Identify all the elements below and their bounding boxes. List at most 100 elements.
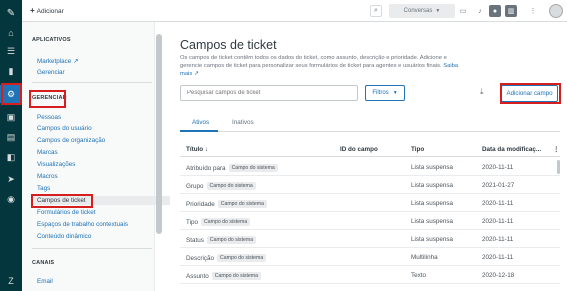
col-title[interactable]: Título ↓ <box>186 146 208 153</box>
col-title-label: Título <box>186 146 204 153</box>
field-title: Tipo <box>186 218 199 226</box>
cell-type: Multilinha <box>411 254 438 261</box>
nav-people[interactable]: Pessoas <box>37 114 61 121</box>
cell-title: Assunto Campo do sistema <box>186 272 262 280</box>
table-row[interactable]: Descrição Campo do sistema Multilinha 2020-… <box>180 250 560 266</box>
nav-brands[interactable]: Marcas <box>37 149 58 156</box>
section-channels: CANAIS <box>32 260 55 266</box>
profile-app-icon[interactable]: ● <box>489 5 501 17</box>
reporting-icon[interactable]: ▮ <box>0 62 22 80</box>
nav-marketplace[interactable]: Marketplace ↗ <box>37 58 78 65</box>
cell-modified: 2020-11-11 <box>482 218 514 225</box>
col-modified[interactable]: Data da modificaç... <box>482 146 541 153</box>
nav-dynamic-content[interactable]: Conteúdo dinâmico <box>37 233 91 240</box>
nav-user-fields[interactable]: Campos do usuário <box>37 125 92 132</box>
cell-modified: 2020-11-11 <box>482 200 514 207</box>
cell-modified: 2020-11-11 <box>482 164 514 171</box>
cell-type: Lista suspensa <box>411 164 454 171</box>
cell-type: Lista suspensa <box>411 218 454 225</box>
system-field-badge: Campo do sistema <box>228 164 278 172</box>
system-field-badge: Campo do sistema <box>206 182 256 190</box>
search-input[interactable] <box>180 85 358 101</box>
table-row[interactable]: Grupo Campo do sistema Lista suspensa 2021-… <box>180 178 560 194</box>
main-content: Campos de ticket Os campos de ticket con… <box>165 22 567 291</box>
chevron-down-icon: ▼ <box>392 90 398 96</box>
more-options-icon[interactable]: ⋮ <box>553 146 559 153</box>
nav-org-fields[interactable]: Campos de organização <box>37 137 105 144</box>
nav-views[interactable]: Visualizações <box>37 161 75 168</box>
table-row[interactable]: Assunto Campo do sistema Texto 2020-12-18 <box>180 268 560 284</box>
tab-bar: Ativos Inativos <box>180 118 560 132</box>
chat-icon[interactable]: ▭ <box>457 5 469 17</box>
apps-icon-2[interactable]: ▤ <box>0 128 22 146</box>
table-row[interactable]: Atribuído para Campo do sistema Lista susp… <box>180 160 560 176</box>
nav-tags[interactable]: Tags <box>37 185 50 192</box>
system-field-badge: Campo do sistema <box>217 200 267 208</box>
table-row[interactable]: Status Campo do sistema Lista suspensa 2020… <box>180 232 560 248</box>
col-field-id[interactable]: ID do campo <box>340 146 378 153</box>
cell-type: Lista suspensa <box>411 236 454 243</box>
nav-manage-apps[interactable]: Gerenciar <box>37 69 65 76</box>
nav-email[interactable]: Email <box>37 278 53 285</box>
tab-active[interactable]: Ativos <box>192 119 209 126</box>
divider <box>32 82 152 83</box>
nav-contextual-workspaces[interactable]: Espaços de trabalho contextuais <box>37 221 128 228</box>
send-icon[interactable]: ➤ <box>0 170 22 188</box>
table-row[interactable]: Prioridade Campo do sistema Lista suspensa… <box>180 196 560 212</box>
divider <box>32 248 152 249</box>
download-icon[interactable]: ⤓ <box>480 87 484 97</box>
admin-sidebar: APLICATIVOS Marketplace ↗ Gerenciar GERE… <box>22 22 170 291</box>
filters-label: Filtros <box>372 90 389 96</box>
conversations-button[interactable]: Conversas ▼ <box>389 4 455 18</box>
sidebar-scrollbar[interactable] <box>156 34 162 234</box>
system-field-badge: Campo do sistema <box>211 272 262 280</box>
sort-icon: ↓ <box>204 146 209 153</box>
field-title: Assunto <box>186 272 209 280</box>
nav-macros[interactable]: Macros <box>37 173 58 180</box>
conversations-label: Conversas <box>403 8 433 14</box>
search-icon[interactable]: ⌕ <box>370 5 382 17</box>
table-row[interactable]: Tipo Campo do sistema Lista suspensa 2020-1… <box>180 214 560 230</box>
cell-type: Texto <box>411 272 427 279</box>
table-scrollbar[interactable] <box>557 160 560 174</box>
zendesk-logo-icon[interactable]: ✎ <box>0 4 22 22</box>
nav-ticket-forms[interactable]: Formulários de ticket <box>37 209 95 216</box>
description-text: Os campos de ticket contêm todos os dado… <box>180 55 447 69</box>
product-tray-icon[interactable]: ⋮ <box>527 5 539 17</box>
field-title: Atribuído para <box>186 164 226 172</box>
cell-title: Atribuído para Campo do sistema <box>186 164 278 172</box>
filters-button[interactable]: Filtros ▼ <box>365 85 405 101</box>
bell-icon[interactable]: ♪ <box>474 5 486 17</box>
col-type[interactable]: Tipo <box>411 146 424 153</box>
admin-gear-icon[interactable]: ⚙ <box>0 85 22 103</box>
eye-icon[interactable]: ◉ <box>0 190 22 208</box>
apps-icon-3[interactable]: ◧ <box>0 148 22 166</box>
section-manage: GERENCIAR <box>32 95 67 101</box>
page-description: Os campos de ticket contêm todos os dado… <box>180 54 470 78</box>
add-field-button[interactable]: Adicionar campo <box>501 85 558 102</box>
cell-title: Grupo Campo do sistema <box>186 182 256 190</box>
avatar[interactable] <box>549 4 563 18</box>
system-field-badge: Campo do sistema <box>206 236 257 244</box>
cell-title: Descrição Campo do sistema <box>186 254 267 262</box>
cell-title: Prioridade Campo do sistema <box>186 200 267 208</box>
field-title: Status <box>186 236 204 244</box>
home-icon[interactable]: ⌂ <box>0 24 22 42</box>
zendesk-bottom-logo-icon: Z <box>8 276 14 286</box>
apps-icon-1[interactable]: ▣ <box>0 108 22 126</box>
chevron-down-icon: ▼ <box>435 8 441 14</box>
cell-modified: 2020-11-11 <box>482 254 514 261</box>
stats-app-icon[interactable]: ▥ <box>505 5 517 17</box>
top-bar: + Adicionar ⌕ Conversas ▼ ▭ ♪ ● ▥ ⋮ <box>22 0 567 22</box>
field-title: Prioridade <box>186 200 215 208</box>
cell-type: Lista suspensa <box>411 182 454 189</box>
add-button[interactable]: + Adicionar <box>30 6 64 15</box>
nav-marketplace-label: Marketplace <box>37 58 72 65</box>
cell-title: Tipo Campo do sistema <box>186 218 251 226</box>
nav-ticket-fields[interactable]: Campos de ticket <box>34 196 170 205</box>
cell-modified: 2020-12-18 <box>482 272 515 279</box>
views-icon[interactable]: ☰ <box>0 42 22 60</box>
section-apps: APLICATIVOS <box>32 37 71 43</box>
cell-modified: 2020-11-11 <box>482 236 514 243</box>
tab-inactive[interactable]: Inativos <box>232 119 254 126</box>
